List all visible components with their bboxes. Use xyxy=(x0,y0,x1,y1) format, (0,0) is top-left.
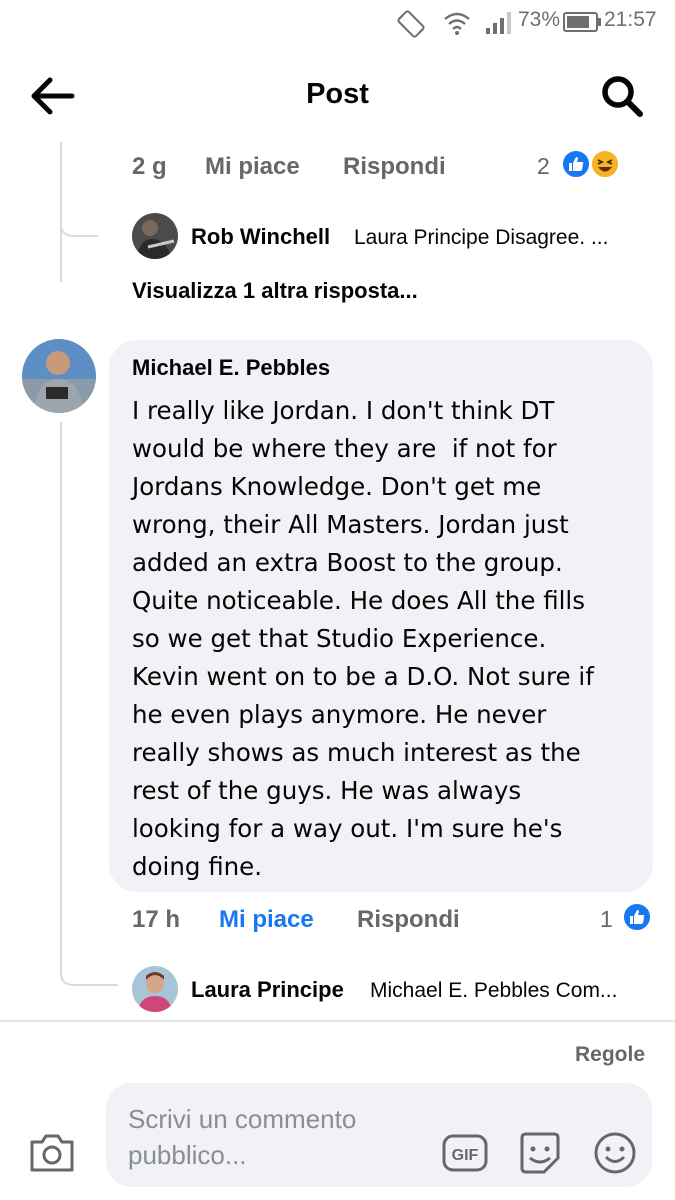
emoji-icon xyxy=(594,1132,636,1174)
reply-author[interactable]: Rob Winchell xyxy=(191,224,330,250)
rob-avatar-photo xyxy=(132,213,178,259)
comment-line: Jordans Knowledge. Don't get me xyxy=(132,472,542,501)
comment-line: added an extra Boost to the group. xyxy=(132,548,563,577)
comment-author[interactable]: Michael E. Pebbles xyxy=(132,355,330,381)
search-button[interactable] xyxy=(598,72,646,120)
comment-line: looking for a way out. I'm sure he's xyxy=(132,814,563,843)
reply-button[interactable]: Rispondi xyxy=(343,153,446,181)
comment-bubble[interactable]: Michael E. Pebbles I really like Jordan.… xyxy=(109,340,653,892)
comment-line: he even plays anymore. He never xyxy=(132,700,547,729)
avatar[interactable] xyxy=(132,966,178,1012)
emoji-button[interactable] xyxy=(592,1130,638,1176)
sticker-button[interactable] xyxy=(516,1130,562,1176)
reply-time: 2 g xyxy=(132,153,167,180)
like-reaction-icon xyxy=(622,902,652,932)
clock: 21:57 xyxy=(604,8,657,31)
view-more-replies-link[interactable]: Visualizza 1 altra risposta... xyxy=(132,278,418,304)
vibrate-icon xyxy=(397,10,425,38)
search-icon xyxy=(602,76,643,117)
comment-line: Kevin went on to be a D.O. Not sure if xyxy=(132,662,594,691)
reply-button[interactable]: Rispondi xyxy=(357,906,460,934)
divider xyxy=(0,1020,675,1022)
comment-placeholder: Scrivi un commento pubblico... xyxy=(128,1101,388,1173)
rules-link[interactable]: Regole xyxy=(575,1043,645,1067)
comment-line: so we get that Studio Experience. xyxy=(132,624,547,653)
reaction-count[interactable]: 2 xyxy=(537,153,550,180)
battery-percent: 73% xyxy=(518,8,561,31)
battery-icon xyxy=(563,12,601,32)
camera-icon xyxy=(30,1134,74,1172)
thread-connector xyxy=(60,965,118,986)
top-bar: Post xyxy=(0,46,675,142)
reply-snippet[interactable]: Michael E. Pebbles Com... xyxy=(370,979,617,1003)
gif-button[interactable]: GIF xyxy=(442,1130,488,1176)
comment-line: Quite noticeable. He does All the fills xyxy=(132,586,585,615)
laura-avatar-photo xyxy=(132,966,178,1012)
avatar[interactable] xyxy=(132,213,178,259)
thread-line xyxy=(60,422,62,967)
page-title: Post xyxy=(306,78,369,110)
placeholder-line: pubblico... xyxy=(128,1140,247,1170)
like-button[interactable]: Mi piace xyxy=(219,906,314,934)
comment-time: 17 h xyxy=(132,906,181,933)
comment-line: really shows as much interest as the xyxy=(132,738,581,767)
sticker-icon xyxy=(520,1132,560,1174)
gif-icon-label: GIF xyxy=(452,1147,479,1164)
comment-line: rest of the guys. He was always xyxy=(132,776,522,805)
thread-connector xyxy=(60,212,98,237)
avatar[interactable] xyxy=(22,339,96,413)
placeholder-line: Scrivi un commento xyxy=(128,1104,357,1134)
comment-line: doing fine. xyxy=(132,852,263,881)
michael-avatar-photo xyxy=(22,339,96,413)
like-button[interactable]: Mi piace xyxy=(205,153,300,181)
comment-line: would be where they are if not for xyxy=(132,434,557,463)
like-reaction-icon xyxy=(561,149,591,179)
reply-author[interactable]: Laura Principe xyxy=(191,977,344,1003)
comment-line: I really like Jordan. I don't think DT xyxy=(132,396,555,425)
comment-line: wrong, their All Masters. Jordan just xyxy=(132,510,569,539)
reply-snippet[interactable]: Laura Principe Disagree. ... xyxy=(354,226,608,250)
haha-reaction-icon xyxy=(590,149,620,179)
reaction-count[interactable]: 1 xyxy=(600,906,613,933)
comment-input[interactable]: Scrivi un commento pubblico... xyxy=(106,1083,652,1187)
wifi-icon xyxy=(444,12,470,35)
status-bar: 73% 21:57 xyxy=(0,0,675,46)
camera-button[interactable] xyxy=(28,1130,76,1174)
signal-icon xyxy=(486,12,511,34)
gif-icon: GIF xyxy=(442,1134,488,1172)
comment-body: I really like Jordan. I don't think DT w… xyxy=(132,392,642,886)
